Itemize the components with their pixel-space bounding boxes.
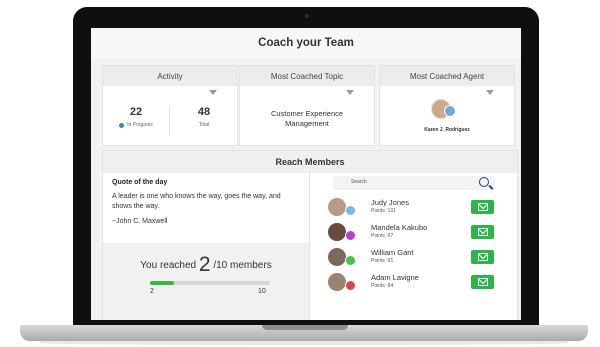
mail-icon (478, 228, 488, 236)
progress-start-label: 2 (150, 288, 154, 295)
progress-end-label: 10 (258, 288, 266, 295)
search-icon[interactable] (479, 177, 489, 187)
reached-count: 2 (198, 253, 211, 276)
topic-value: Customer Experience Management (240, 109, 374, 129)
topic-value-line2: Management (285, 119, 329, 128)
status-badge-icon (444, 105, 456, 117)
avatar (328, 223, 346, 241)
agent-card[interactable]: Most Coached Agent Karen J. Rodriguez (379, 65, 515, 146)
total-stat: 48 Total (169, 106, 238, 136)
send-mail-button[interactable] (471, 250, 494, 264)
in-progress-value: 22 (129, 106, 143, 118)
divider (309, 173, 310, 320)
member-name: Judy Jones (371, 198, 409, 207)
status-dot-icon (119, 122, 125, 128)
chevron-down-icon[interactable] (209, 90, 217, 95)
total-value: 48 (197, 106, 211, 118)
reach-progress-fill (150, 281, 174, 285)
reached-prefix: You reached (140, 260, 197, 271)
avatar (328, 273, 346, 291)
member-row: William Gant Points :91 (328, 246, 518, 269)
chevron-down-icon[interactable] (486, 90, 494, 95)
avatar (328, 198, 346, 216)
avatar (328, 248, 346, 266)
topic-card[interactable]: Most Coached Topic Customer Experience M… (239, 65, 375, 146)
mail-icon (478, 203, 488, 211)
in-progress-stat: 22 In Progress (103, 106, 169, 128)
member-row: Adam Lavigne Points :84 (328, 271, 518, 294)
app-screen: Coach your Team Activity 22 In Progress … (91, 28, 521, 320)
status-badge-icon (345, 280, 356, 291)
status-badge-icon (345, 205, 356, 216)
laptop-notch (262, 325, 348, 330)
member-row: Judy Jones Points :101 (328, 196, 518, 219)
send-mail-button[interactable] (471, 225, 494, 239)
page-title: Coach your Team (91, 28, 521, 58)
topic-value-line1: Customer Experience (270, 109, 344, 118)
send-mail-button[interactable] (471, 275, 494, 289)
laptop-shadow (40, 341, 568, 345)
quote-text: A leader is one who knows the way, goes … (112, 193, 281, 210)
mail-icon (478, 253, 488, 261)
quote-title: Quote of the day (112, 179, 168, 186)
total-label: Total (198, 122, 210, 128)
search-input[interactable]: Search (333, 176, 495, 190)
chevron-down-icon[interactable] (346, 90, 354, 95)
webcam-icon (305, 14, 309, 18)
member-name: Mandela Kakubo (371, 223, 428, 232)
agent-name: Karen J. Rodriguez (424, 127, 470, 133)
member-name: William Gant (371, 248, 414, 257)
send-mail-button[interactable] (471, 200, 494, 214)
member-name: Adam Lavigne (371, 273, 419, 282)
reach-progress-bar (150, 281, 270, 285)
topic-card-title: Most Coached Topic (240, 66, 374, 86)
mail-icon (478, 278, 488, 286)
search-placeholder: Search (351, 179, 367, 185)
activity-card[interactable]: Activity 22 In Progress 48 Total (102, 65, 238, 146)
status-badge-icon (345, 230, 356, 241)
member-points: Points :91 (371, 258, 394, 264)
status-badge-icon (345, 255, 356, 266)
activity-card-title: Activity (103, 66, 237, 86)
member-points: Points :97 (371, 233, 394, 239)
reached-suffix: /10 members (213, 260, 272, 271)
in-progress-label: In Progress (127, 122, 153, 128)
reached-summary: You reached 2 /10 members (103, 250, 309, 276)
reach-members-title: Reach Members (103, 151, 517, 173)
agent-card-title: Most Coached Agent (380, 66, 514, 86)
quote-author: ~John C. Maxwell (112, 218, 168, 225)
member-row: Mandela Kakubo Points :97 (328, 221, 518, 244)
member-points: Points :101 (371, 208, 397, 214)
member-points: Points :84 (371, 283, 394, 289)
reach-members-panel: Reach Members Quote of the day A leader … (102, 150, 518, 320)
